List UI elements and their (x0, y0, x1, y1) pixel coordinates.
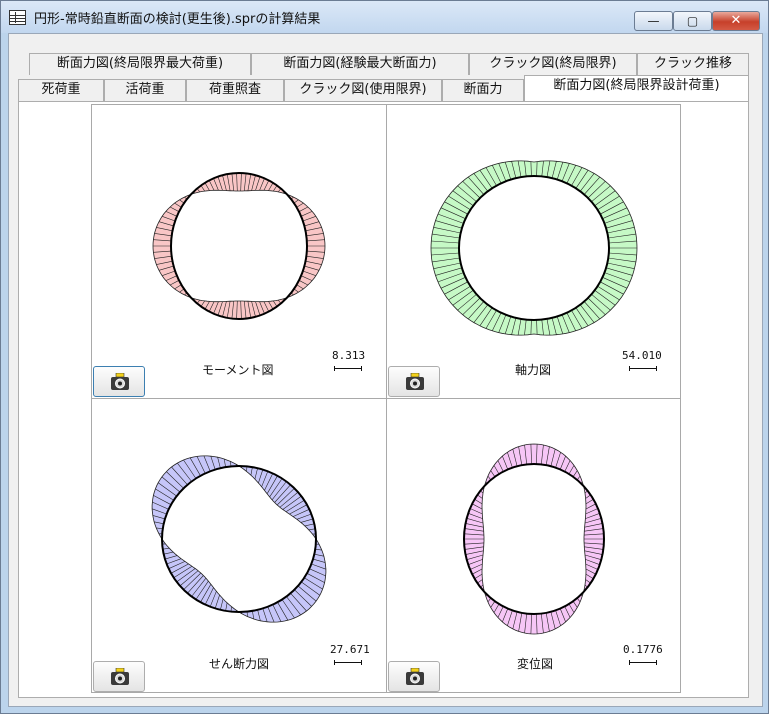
shear-diagram-area (152, 455, 326, 623)
shear-scale-value: 27.671 (330, 643, 370, 656)
maximize-button[interactable]: ▢ (673, 11, 712, 31)
displacement-ring-axis (463, 463, 605, 615)
minimize-button[interactable]: — (634, 11, 673, 31)
camera-icon (406, 373, 424, 390)
moment-diagram-panel: モーメント図 8.313 (91, 104, 387, 399)
tab-crack-transition[interactable]: クラック推移 (637, 53, 749, 75)
displacement-scale-bar (629, 660, 657, 665)
axial-scale-value: 54.010 (622, 349, 662, 362)
camera-icon (111, 373, 129, 390)
tab-crack-ultimate[interactable]: クラック図(終局限界) (469, 53, 637, 75)
displacement-diagram-hatch (464, 444, 604, 634)
tab-section-force[interactable]: 断面力 (442, 79, 524, 101)
moment-diagram-hatch (153, 172, 325, 320)
shear-diagram-label: せん断力図 (209, 657, 270, 671)
tab-experienced-max-force[interactable]: 断面力図(経験最大断面力) (251, 53, 469, 75)
tab-live-load[interactable]: 活荷重 (104, 79, 186, 101)
camera-icon (406, 668, 424, 685)
axial-ring-axis (458, 175, 610, 321)
moment-diagram-area (153, 173, 325, 319)
shear-diagram-panel: せん断力図 27.671 (91, 398, 387, 693)
axial-snapshot-button[interactable] (388, 366, 440, 397)
moment-scale-value: 8.313 (332, 349, 366, 362)
camera-icon (111, 668, 129, 685)
title-bar[interactable]: 円形-常時鉛直断面の検討(更生後).sprの計算結果 — ▢ ✕ (1, 1, 768, 33)
displacement-snapshot-button[interactable] (388, 661, 440, 692)
app-icon[interactable] (9, 10, 26, 25)
axial-scale-bar (629, 366, 657, 371)
tab-load-check[interactable]: 荷重照査 (186, 79, 284, 101)
displacement-diagram-panel: 変位図 0.1776 (386, 398, 681, 693)
close-button[interactable]: ✕ (712, 11, 760, 31)
shear-snapshot-button[interactable] (93, 661, 145, 692)
shear-ring-axis (161, 465, 317, 613)
close-icon: ✕ (730, 13, 742, 28)
displacement-diagram-area (464, 444, 604, 634)
axial-diagram-label: 軸力図 (515, 363, 552, 377)
moment-scale-bar (334, 366, 362, 371)
shear-scale-bar (334, 660, 362, 665)
tab-dead-load[interactable]: 死荷重 (18, 79, 104, 101)
moment-snapshot-button[interactable] (93, 366, 145, 397)
tab-crack-service[interactable]: クラック図(使用限界) (284, 79, 442, 101)
minimize-icon: — (647, 14, 660, 28)
tab-ultimate-design-load[interactable]: 断面力図(終局限界設計荷重) (524, 75, 749, 101)
app-window: 円形-常時鉛直断面の検討(更生後).sprの計算結果 — ▢ ✕ 断面力図(終局… (0, 0, 769, 714)
axial-diagram-panel: 軸力図 54.010 (386, 104, 681, 399)
moment-ring-axis (170, 172, 308, 320)
moment-diagram-label: モーメント図 (202, 363, 274, 377)
axial-diagram-area (431, 160, 637, 336)
window-title: 円形-常時鉛直断面の検討(更生後).sprの計算結果 (34, 12, 321, 27)
displacement-diagram-label: 変位図 (517, 657, 554, 671)
displacement-scale-value: 0.1776 (623, 643, 663, 656)
tab-ultimate-max-load[interactable]: 断面力図(終局限界最大荷重) (29, 53, 251, 75)
maximize-icon: ▢ (686, 14, 699, 28)
